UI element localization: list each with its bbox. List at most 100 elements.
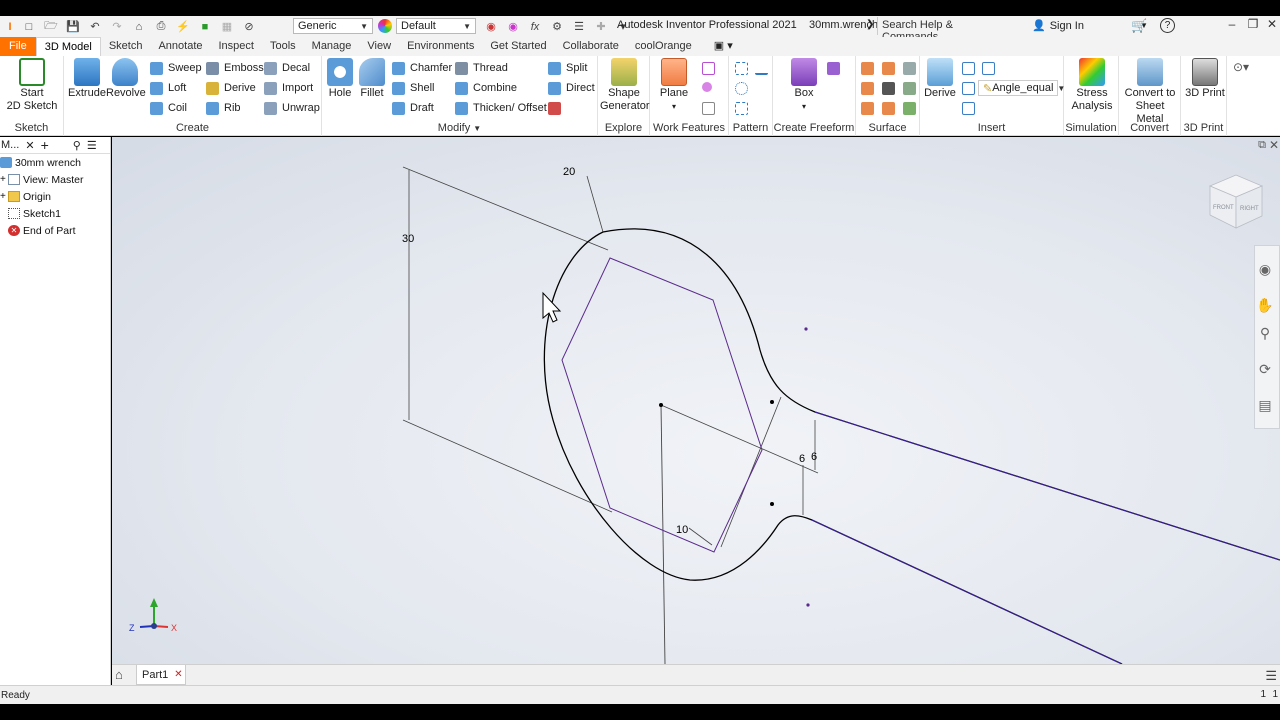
tree-root[interactable]: 30mm wrench xyxy=(0,154,110,171)
derive-button[interactable]: Derive xyxy=(206,79,256,97)
close-icon[interactable]: ✕ xyxy=(25,139,34,152)
rectangular-pattern-icon[interactable] xyxy=(735,62,748,75)
maximize-view-icon[interactable]: ⧉ xyxy=(1258,139,1266,152)
tab-sketch[interactable]: Sketch xyxy=(101,37,151,56)
tab-tools[interactable]: Tools xyxy=(262,37,304,56)
tab-annotate[interactable]: Annotate xyxy=(150,37,210,56)
sculpt-icon[interactable] xyxy=(882,62,895,75)
cart-icon[interactable]: 🛒 xyxy=(1131,18,1147,34)
repair-icon[interactable] xyxy=(903,102,916,115)
3d-print-button[interactable]: 3D Print xyxy=(1183,58,1227,100)
thread-button[interactable]: Thread xyxy=(455,59,508,77)
expand-icon[interactable]: + xyxy=(0,191,8,202)
loft-button[interactable]: Loft xyxy=(150,79,186,97)
emboss-button[interactable]: Emboss xyxy=(206,59,264,77)
ucs-icon[interactable] xyxy=(702,102,715,115)
stress-analysis-button[interactable]: Stress Analysis xyxy=(1067,58,1117,113)
unwrap-button[interactable]: Unwrap xyxy=(264,99,320,117)
thicken-offset-button[interactable]: Thicken/ Offset xyxy=(455,99,547,117)
fx-icon[interactable]: fx xyxy=(527,20,543,34)
search-input[interactable]: Search Help & Commands... xyxy=(877,17,1023,43)
graphics-window[interactable]: 20 30 6 6 10 X Z FRONT RIGHT ⧉ ✕ ◉ ✋ ⚲ ⟳… xyxy=(112,137,1280,664)
pan-icon[interactable]: ✋ xyxy=(1254,294,1276,316)
direct-button[interactable]: Direct xyxy=(548,79,595,97)
tab-collaborate[interactable]: Collaborate xyxy=(555,37,627,56)
tree-item-sketch1[interactable]: Sketch1 xyxy=(0,205,110,222)
sketch-point[interactable] xyxy=(804,327,808,331)
close-icon[interactable]: ✕ xyxy=(1262,17,1280,35)
convert-sheet-metal-button[interactable]: Convert to Sheet Metal xyxy=(1121,58,1179,126)
tab-coolorange[interactable]: coolOrange xyxy=(627,37,700,56)
extend-icon[interactable] xyxy=(903,82,916,95)
select-icon[interactable]: ■ xyxy=(197,20,213,34)
trim-icon[interactable] xyxy=(861,82,874,95)
redo-icon[interactable]: ↷ xyxy=(109,20,125,34)
sketch-point[interactable] xyxy=(770,400,774,404)
new-icon[interactable]: □ xyxy=(21,20,37,34)
rib-button[interactable]: Rib xyxy=(206,99,241,117)
steering-wheel-icon[interactable]: ◉ xyxy=(1254,258,1276,280)
menu-icon[interactable]: ☰ xyxy=(1265,668,1277,684)
restore-icon[interactable]: ❐ xyxy=(1243,17,1263,35)
dimension-20[interactable]: 20 xyxy=(563,166,575,178)
dimension-6b[interactable]: 6 xyxy=(811,451,817,463)
mirror-icon[interactable] xyxy=(755,62,768,75)
clear-icon[interactable]: ◉ xyxy=(505,20,521,34)
tab-3d-model[interactable]: 3D Model xyxy=(35,37,101,56)
tree-item-end-of-part[interactable]: ✕ End of Part xyxy=(0,222,110,239)
face-icon[interactable] xyxy=(827,62,840,75)
shell-button[interactable]: Shell xyxy=(392,79,434,97)
box-button[interactable]: Box ▾ xyxy=(785,58,823,113)
import-button[interactable]: Import xyxy=(264,79,313,97)
minimize-icon[interactable]: – xyxy=(1222,17,1242,35)
appearance-dropdown[interactable]: Default ▼ xyxy=(396,18,476,34)
parameters-icon[interactable] xyxy=(982,62,995,75)
dimension-6a[interactable]: 6 xyxy=(799,453,805,465)
tab-part1[interactable]: Part1 ✕ xyxy=(136,665,186,685)
plus-icon[interactable]: ✚ xyxy=(593,20,609,34)
stitch-icon[interactable] xyxy=(861,62,874,75)
material-dropdown[interactable]: Generic ▼ xyxy=(293,18,373,34)
tab-view[interactable]: View xyxy=(359,37,399,56)
search-icon[interactable]: ⚲ xyxy=(73,139,81,152)
sketch-pattern-icon[interactable] xyxy=(735,102,748,115)
plane-button[interactable]: Plane ▾ xyxy=(656,58,692,113)
look-at-icon[interactable]: ▤ xyxy=(1254,394,1276,416)
close-icon[interactable]: ✕ xyxy=(174,669,182,680)
axis-icon[interactable] xyxy=(702,62,715,75)
point-icon[interactable] xyxy=(702,82,712,92)
delete-face-button[interactable] xyxy=(548,99,566,117)
open-icon[interactable]: 🗁 xyxy=(43,20,59,34)
measure-icon[interactable]: ▦ xyxy=(219,20,235,34)
browser-tab-model[interactable]: M... xyxy=(1,139,19,151)
combine-button[interactable]: Combine xyxy=(455,79,517,97)
split-button[interactable]: Split xyxy=(548,59,587,77)
delete-icon[interactable] xyxy=(882,82,895,95)
draft-button[interactable]: Draft xyxy=(392,99,434,117)
tree-item-view-master[interactable]: + View: Master xyxy=(0,171,110,188)
import-model-icon[interactable] xyxy=(962,102,975,115)
add-icon[interactable]: + xyxy=(41,137,49,153)
fillet-button[interactable]: Fillet xyxy=(356,58,388,100)
viewcube[interactable]: FRONT RIGHT xyxy=(1208,174,1264,229)
ribbon-minimize-icon[interactable]: ⊙▾ xyxy=(1233,60,1249,74)
ruled-surface-icon[interactable] xyxy=(861,102,874,115)
extrude-button[interactable]: Extrude xyxy=(68,58,106,100)
home-icon[interactable]: ⌂ xyxy=(131,20,147,34)
tree-item-origin[interactable]: + Origin xyxy=(0,188,110,205)
circular-pattern-icon[interactable] xyxy=(735,82,748,95)
hole-button[interactable]: Hole xyxy=(324,58,356,100)
undo-icon[interactable]: ↶ xyxy=(87,20,103,34)
menu-icon[interactable]: ☰ xyxy=(87,139,97,152)
replace-face-icon[interactable] xyxy=(882,102,895,115)
ilogic-rule-dropdown[interactable]: ✎ Angle_equal ▼ xyxy=(978,80,1065,96)
zoom-icon[interactable]: ⚲ xyxy=(1254,322,1276,344)
patch-icon[interactable] xyxy=(903,62,916,75)
coil-button[interactable]: Coil xyxy=(150,99,187,117)
sweep-button[interactable]: Sweep xyxy=(150,59,202,77)
insert-derive-button[interactable]: Derive xyxy=(924,58,956,100)
sketch-point[interactable] xyxy=(770,502,774,506)
home-icon[interactable]: ⌂ xyxy=(115,667,123,682)
attach-icon[interactable] xyxy=(962,82,975,95)
sketch-point[interactable] xyxy=(659,403,663,407)
